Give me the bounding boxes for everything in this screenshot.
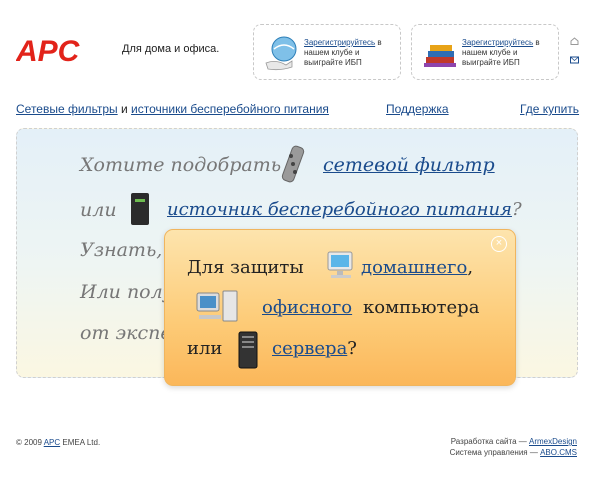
- nav-products: Сетевые фильтры и источники бесперебойно…: [16, 102, 329, 116]
- close-icon[interactable]: ×: [491, 236, 507, 252]
- logo-text: APC: [16, 36, 81, 64]
- dev-label: Разработка сайта —: [450, 437, 529, 446]
- nav-where-to-buy[interactable]: Где купить: [520, 102, 579, 116]
- footer-dev-line: Разработка сайта — ArmexDesign: [450, 436, 577, 447]
- promo-register-1[interactable]: Зарегистрируйтесь в нашем клубе и выигра…: [253, 24, 401, 80]
- footer-apc-link[interactable]: APC: [44, 438, 60, 447]
- surge-protector-icon: [281, 145, 305, 183]
- server-link[interactable]: сервера: [272, 338, 347, 359]
- tagline: Для дома и офиса.: [122, 43, 220, 55]
- question-link-ups: источник бесперебойного питания?: [167, 199, 522, 220]
- footer-credits: Разработка сайта — ArmexDesign Система у…: [450, 436, 577, 458]
- popup-link-server-wrap: сервера?: [272, 338, 357, 359]
- register-link-2[interactable]: Зарегистрируйтесь: [462, 38, 533, 47]
- nav-surge-filters[interactable]: Сетевые фильтры: [16, 102, 118, 116]
- armexdesign-link[interactable]: ArmexDesign: [529, 437, 577, 446]
- office-computer-icon: [196, 290, 238, 322]
- abo-cms-link[interactable]: ABO.CMS: [540, 448, 577, 457]
- popup-line-2: компьютера: [363, 297, 480, 318]
- copyright-prefix: © 2009: [16, 438, 44, 447]
- office-link[interactable]: офисного: [262, 297, 352, 318]
- surge-filter-link[interactable]: сетевой фильтр: [323, 154, 495, 176]
- popup-line-3: или: [187, 338, 223, 359]
- home-icon[interactable]: [570, 37, 579, 45]
- popup-line-1: Для защиты: [187, 257, 304, 278]
- nav-and: и: [117, 102, 132, 116]
- promo-register-2[interactable]: Зарегистрируйтесь в нашем клубе и выигра…: [411, 24, 559, 80]
- globe-hand-icon: [265, 36, 297, 71]
- question-line-4: Или полу: [80, 281, 174, 303]
- question-mark: ?: [511, 199, 522, 220]
- promo-text-1: Зарегистрируйтесь в нашем клубе и выигра…: [304, 38, 398, 68]
- cms-label: Система управления —: [449, 448, 541, 457]
- register-link-1[interactable]: Зарегистрируйтесь: [304, 38, 375, 47]
- home-computer-icon: [327, 251, 353, 278]
- copyright-suffix: EMEA Ltd.: [60, 438, 101, 447]
- book-stack-icon: [424, 45, 456, 67]
- question-line-3: Узнать,: [80, 239, 163, 261]
- popup-comma: ,: [467, 257, 474, 278]
- footer-cms-line: Система управления — ABO.CMS: [450, 447, 577, 458]
- home-link[interactable]: домашнего: [361, 257, 467, 278]
- ups-icon: [131, 193, 149, 225]
- protection-popup: × Для защиты домашнего, офисного компьют…: [164, 229, 516, 386]
- nav-support[interactable]: Поддержка: [386, 102, 449, 116]
- question-link-surge: сетевой фильтр: [323, 154, 495, 176]
- nav-support-wrap: Поддержка: [386, 102, 449, 116]
- server-icon: [238, 331, 258, 369]
- apc-logo[interactable]: APC: [16, 36, 112, 64]
- question-line-5: от экспе: [80, 322, 172, 344]
- ups-link[interactable]: источник бесперебойного питания: [167, 199, 512, 220]
- nav-ups[interactable]: источники бесперебойного питания: [131, 102, 329, 116]
- popup-link-home-wrap: домашнего,: [361, 257, 473, 278]
- nav-where-wrap: Где купить: [520, 102, 579, 116]
- popup-link-office-wrap: офисного: [262, 297, 352, 318]
- popup-question: ?: [347, 338, 357, 359]
- question-line-1: Хотите подобрать: [80, 154, 282, 176]
- promo-text-2: Зарегистрируйтесь в нашем клубе и выигра…: [462, 38, 556, 68]
- footer-copyright: © 2009 APC EMEA Ltd.: [16, 438, 100, 447]
- mail-icon[interactable]: [570, 56, 579, 64]
- question-line-2: или: [80, 199, 117, 221]
